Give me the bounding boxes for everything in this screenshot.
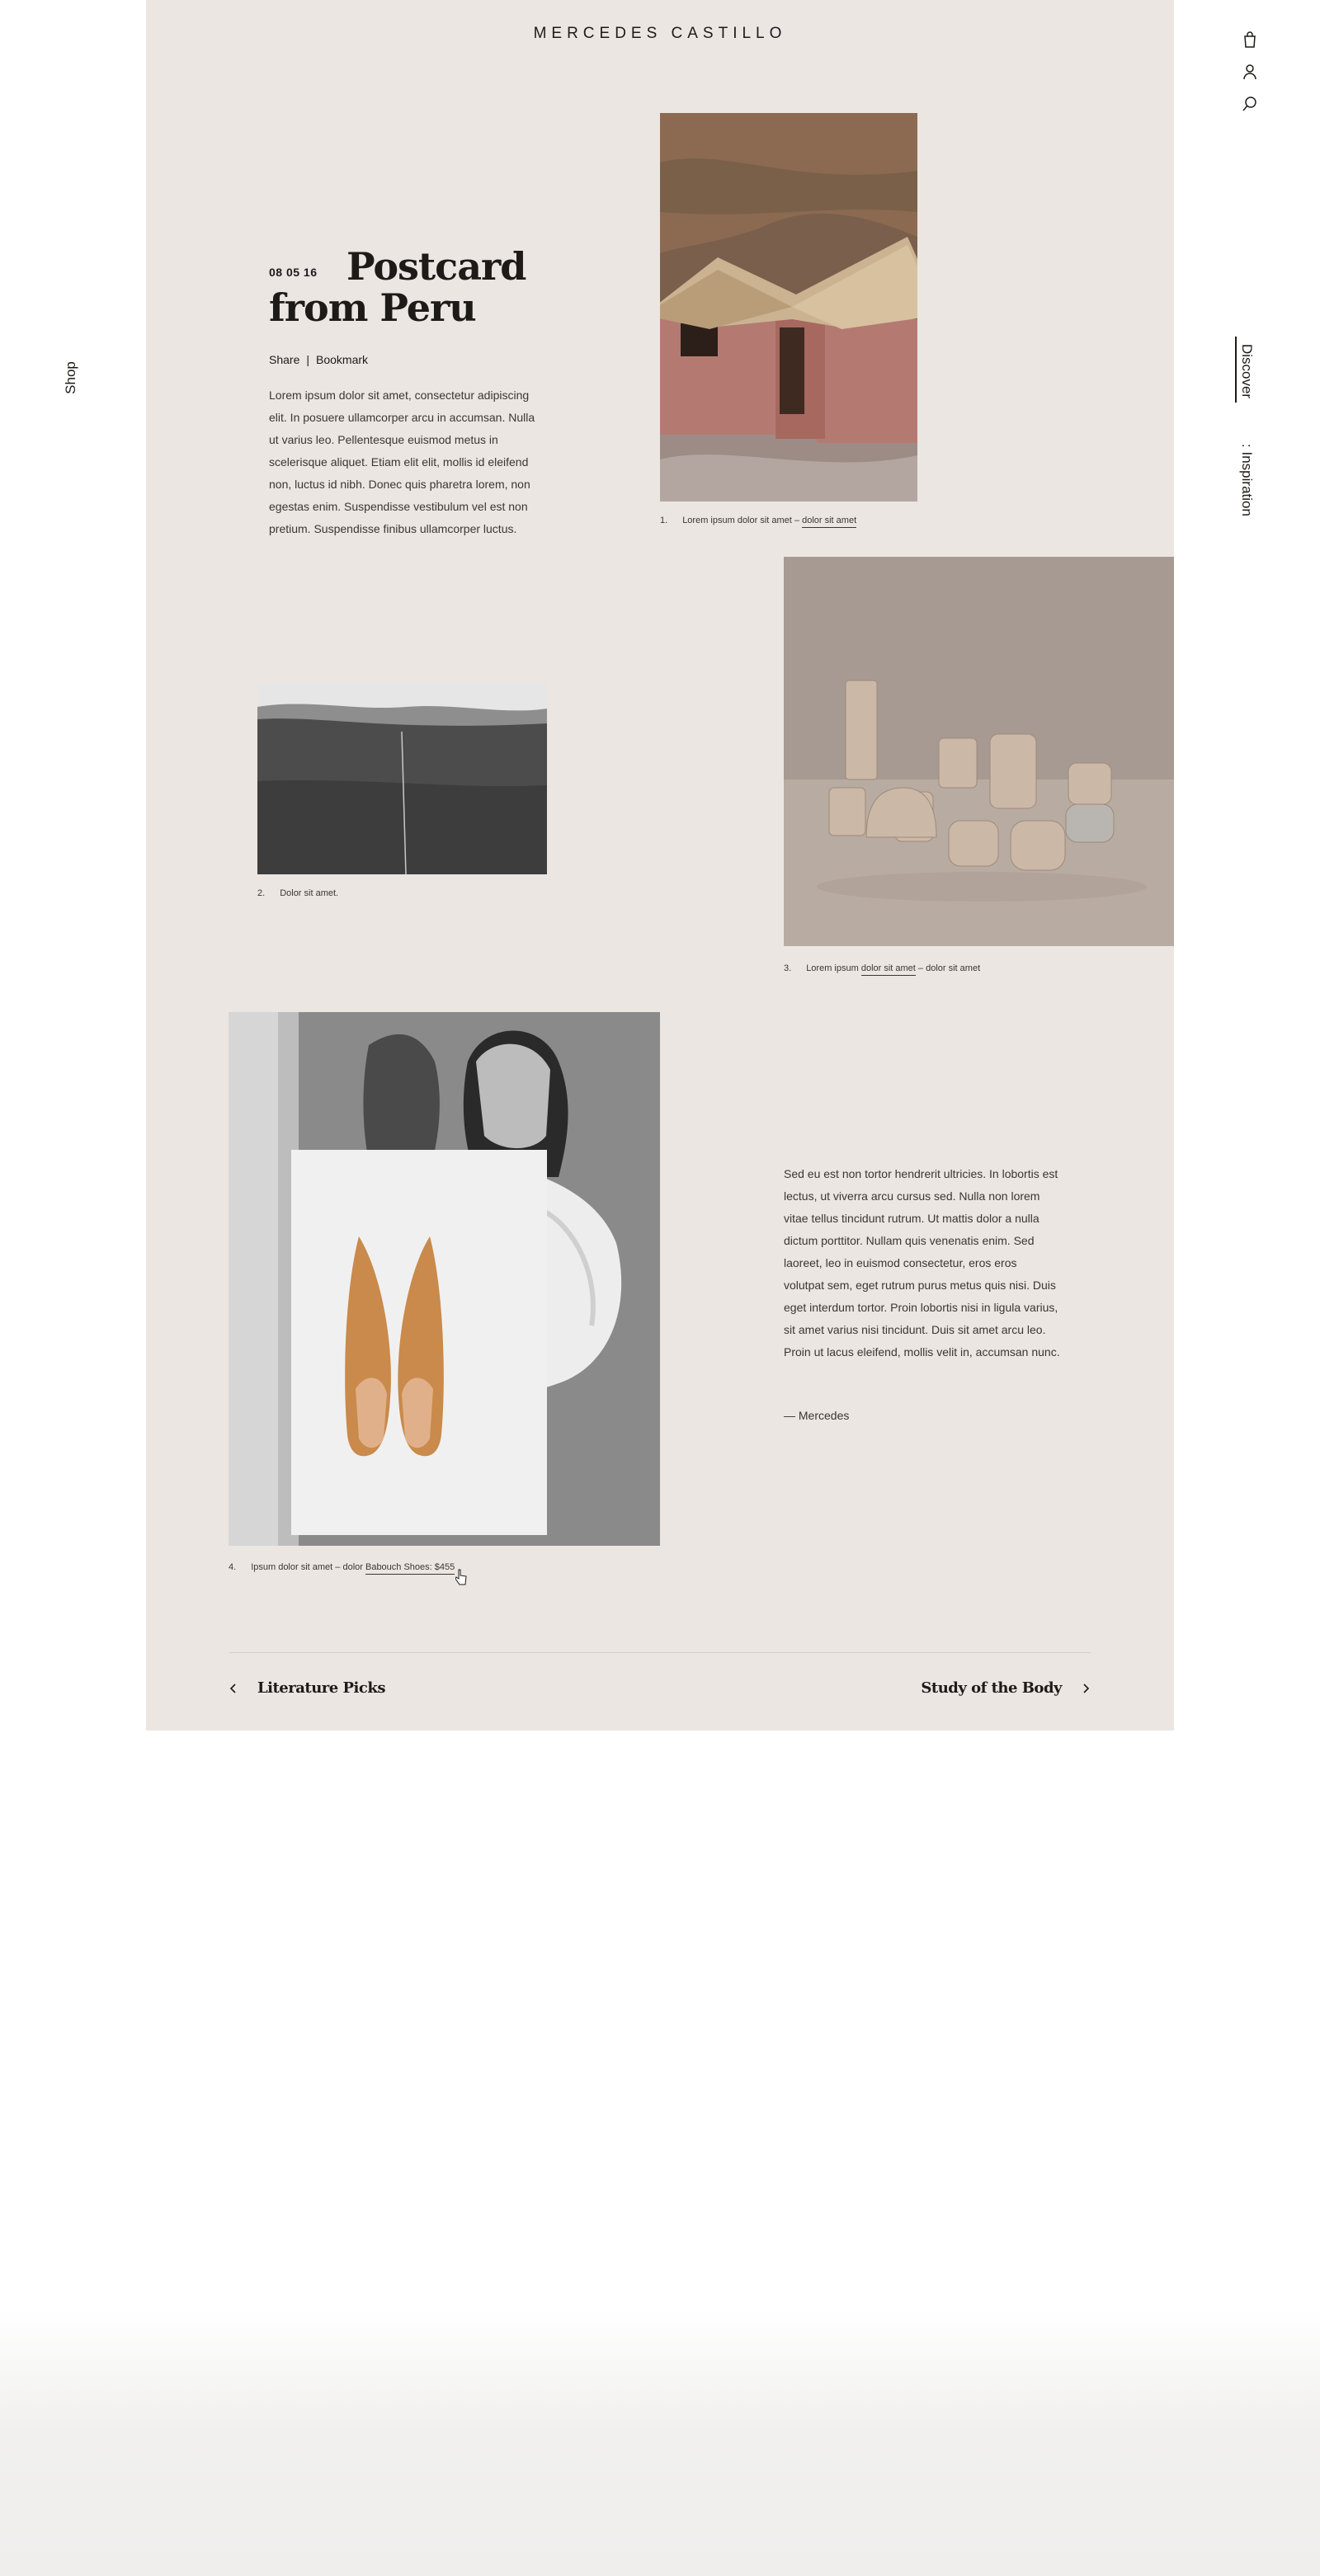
caption-3-link[interactable]: dolor sit amet [860, 963, 916, 976]
prev-article-title: Literature Picks [257, 1679, 385, 1697]
article-header: 08 05 16 Postcard from Peru [269, 246, 549, 328]
caption-1-text: Lorem ipsum dolor sit amet – [682, 516, 800, 525]
caption-2: 2. Dolor sit amet. [257, 888, 338, 898]
caption-1: 1. Lorem ipsum dolor sit amet – dolor sit… [660, 516, 857, 528]
slippers-photo[interactable] [291, 1150, 547, 1535]
pointer-cursor-icon [455, 1569, 467, 1585]
chevron-right-icon [1083, 1683, 1090, 1693]
caption-3: 3. Lorem ipsum dolor sit amet – dolor sit… [784, 963, 981, 976]
article-title: Postcard from Peru [269, 246, 549, 328]
article-title-line-2: from Peru [269, 285, 477, 330]
side-nav-inspiration[interactable]: : Inspiration [1221, 437, 1272, 523]
caption-2-text: Dolor sit amet. [280, 888, 339, 898]
caption-3-pre: Lorem ipsum [806, 963, 859, 973]
search-icon[interactable] [1240, 94, 1260, 114]
article-signoff: — Mercedes [784, 1409, 850, 1422]
next-article-link[interactable]: Study of the Body [921, 1679, 1091, 1697]
caption-2-number: 2. [257, 888, 266, 898]
side-nav-inspiration-label: : Inspiration [1239, 444, 1256, 516]
article-intro: Lorem ipsum dolor sit amet, consectetur … [269, 389, 535, 535]
caption-1-number: 1. [660, 516, 668, 525]
caption-4: 4. Ipsum dolor sit amet – dolor Babouch S… [229, 1562, 455, 1575]
caption-4-number: 4. [229, 1562, 237, 1572]
side-nav-shop-label: Shop [62, 361, 78, 394]
caption-1-link[interactable]: dolor sit amet [802, 516, 857, 528]
article-actions: Share | Bookmark [269, 353, 368, 366]
caption-4-link[interactable]: Babouch Shoes: $455 [365, 1562, 455, 1575]
pagination-divider [229, 1652, 1091, 1653]
article-date: 08 05 16 [269, 266, 318, 279]
caption-3-post: – dolor sit amet [917, 963, 981, 973]
bag-icon[interactable] [1240, 30, 1260, 49]
desert-photo[interactable] [257, 682, 547, 874]
chevron-left-icon [229, 1683, 236, 1693]
side-nav-discover[interactable]: Discover [1221, 338, 1272, 404]
caption-4-text: Ipsum dolor sit amet – dolor [251, 1562, 363, 1572]
bookmark-link[interactable]: Bookmark [316, 353, 368, 366]
actions-separator: | [306, 353, 309, 366]
next-article-title: Study of the Body [921, 1679, 1062, 1697]
side-nav-discover-label: Discover [1239, 343, 1255, 399]
user-icon[interactable] [1240, 62, 1260, 82]
header-icons [1238, 30, 1262, 126]
pottery-photo[interactable] [784, 557, 1174, 946]
page-bottom-fade [0, 2310, 1320, 2576]
caption-3-number: 3. [784, 963, 792, 973]
article-body: Sed eu est non tortor hendrerit ultricie… [784, 1167, 1060, 1359]
side-nav-shop[interactable]: Shop [50, 353, 92, 403]
share-link[interactable]: Share [269, 353, 299, 366]
brand-logo[interactable]: MERCEDES CASTILLO [146, 25, 1174, 43]
prev-article-link[interactable]: Literature Picks [228, 1679, 385, 1697]
hut-photo[interactable] [660, 113, 917, 502]
